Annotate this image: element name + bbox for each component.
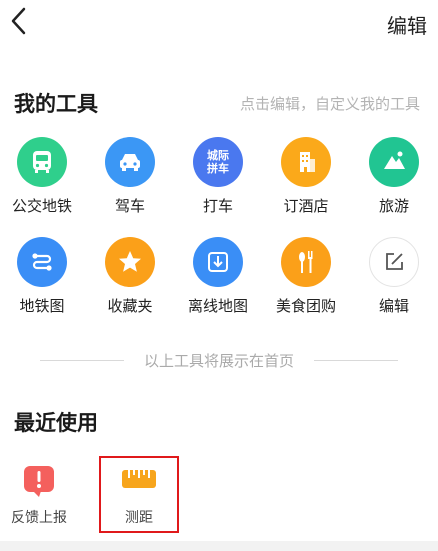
edit-icon	[369, 237, 419, 287]
tool-bus-subway[interactable]: 公交地铁	[4, 137, 80, 217]
tool-label: 旅游	[378, 197, 409, 215]
hotel-icon	[281, 137, 331, 187]
my-tools-title: 我的工具	[14, 92, 98, 116]
feedback-alert-icon	[21, 463, 57, 499]
tool-label: 编辑	[378, 297, 409, 315]
subway-map-icon	[17, 237, 67, 287]
back-arrow-icon	[11, 7, 26, 35]
back-button[interactable]	[8, 6, 32, 36]
tool-label: 驾车	[114, 197, 145, 215]
tool-label: 地铁图	[19, 297, 65, 315]
tool-label: 打车	[202, 197, 233, 215]
tool-label: 离线地图	[187, 297, 248, 315]
tool-edit[interactable]: 编辑	[356, 237, 432, 317]
recent-header: 最近使用	[14, 407, 424, 435]
tool-label: 订酒店	[283, 197, 329, 215]
download-icon	[193, 237, 243, 287]
tool-offline-map[interactable]: 离线地图	[180, 237, 256, 317]
food-icon	[281, 237, 331, 287]
tool-hotel[interactable]: 订酒店	[268, 137, 344, 217]
taxi-badge-icon: 城际 拼车	[193, 137, 243, 187]
tool-label: 收藏夹	[107, 297, 153, 315]
recent-label: 测距	[125, 510, 153, 526]
tool-label: 美食团购	[275, 297, 336, 315]
my-tools-hint: 点击编辑，自定义我的工具	[239, 95, 420, 113]
tool-food-deals[interactable]: 美食团购	[268, 237, 344, 317]
taxi-badge-text-top: 城际	[207, 149, 229, 162]
recent-measure-distance[interactable]: 测距	[104, 463, 174, 533]
car-icon	[105, 137, 155, 187]
top-bar: 编辑	[0, 0, 438, 44]
edit-button[interactable]: 编辑	[387, 10, 427, 39]
bus-icon	[17, 137, 67, 187]
tool-subway-map[interactable]: 地铁图	[4, 237, 80, 317]
recent-label: 反馈上报	[11, 510, 67, 526]
star-icon	[105, 237, 155, 287]
travel-icon	[369, 137, 419, 187]
tool-favorites[interactable]: 收藏夹	[92, 237, 168, 317]
taxi-badge-text-bottom: 拼车	[207, 162, 229, 175]
tool-label: 公交地铁	[11, 197, 72, 215]
bottom-strip	[0, 541, 438, 551]
recent-feedback[interactable]: 反馈上报	[4, 463, 74, 533]
recent-title: 最近使用	[14, 411, 98, 435]
tool-travel[interactable]: 旅游	[356, 137, 432, 217]
ruler-icon	[119, 463, 159, 499]
divider-caption: 以上工具将展示在首页	[143, 352, 294, 370]
my-tools-header: 我的工具 点击编辑，自定义我的工具	[14, 88, 424, 116]
tool-drive[interactable]: 驾车	[92, 137, 168, 217]
tool-taxi[interactable]: 城际 拼车 打车	[180, 137, 256, 217]
